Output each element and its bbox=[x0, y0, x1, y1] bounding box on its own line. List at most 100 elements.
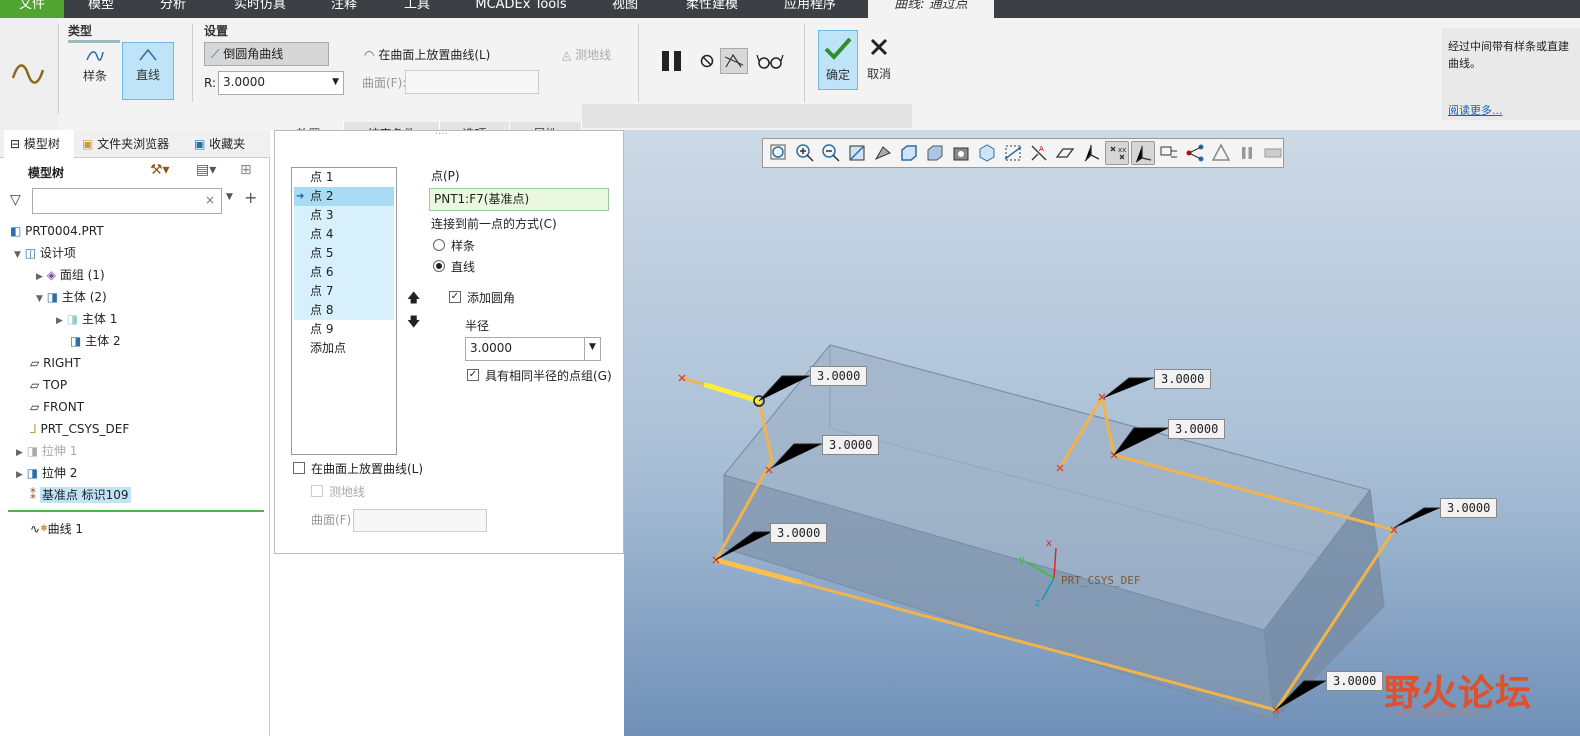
menu-tab-file[interactable]: 文件 bbox=[0, 0, 64, 18]
point-list-item-selected[interactable]: ➔ 点 2 bbox=[294, 187, 394, 206]
point-list-item[interactable]: 点 3 bbox=[294, 206, 394, 225]
dimension-label[interactable]: 3.0000 bbox=[1168, 419, 1226, 439]
menu-tab-annotate[interactable]: 注释 bbox=[316, 0, 372, 18]
filter-icon: ▽ bbox=[10, 192, 21, 208]
same-radius-label: 具有相同半径的点组(G) bbox=[485, 369, 612, 383]
point-list-item[interactable]: 点 5 bbox=[294, 244, 394, 263]
tab-favorites[interactable]: ▣ 收藏夹 bbox=[194, 130, 245, 158]
placement-panel: ···· 点 1 ➔ 点 2 点 3 点 4 点 5 点 6 点 7 点 8 点 … bbox=[274, 129, 624, 554]
geodesic-checkbox bbox=[311, 485, 323, 497]
tree-search-input[interactable]: × bbox=[32, 188, 222, 214]
surface-input[interactable] bbox=[405, 70, 539, 94]
spline-radio[interactable] bbox=[433, 239, 445, 251]
tree-item-quilt[interactable]: ▶ ◈ 面组 (1) bbox=[36, 265, 105, 285]
tree-item-front[interactable]: ▱ FRONT bbox=[30, 397, 84, 417]
tree-item-curve-1[interactable]: ∿✱曲线 1 bbox=[30, 519, 83, 539]
checkmark-icon bbox=[824, 37, 852, 60]
line-button[interactable]: 直线 bbox=[122, 42, 174, 100]
polyline-icon bbox=[139, 48, 157, 61]
design-items-icon: ◫ bbox=[24, 246, 37, 260]
menu-tab-flex[interactable]: 柔性建模 bbox=[676, 0, 748, 18]
r-value-text: 3.0000 bbox=[223, 75, 265, 89]
tree-item-extrude-1[interactable]: ▶ ◨ 拉伸 1 bbox=[16, 441, 77, 461]
menu-tab-view[interactable]: 视图 bbox=[600, 0, 650, 18]
point-reference-field[interactable]: PNT1:F7(基准点) bbox=[429, 188, 609, 211]
verify-preview-button[interactable] bbox=[720, 48, 748, 74]
tree-item-bodies[interactable]: ▼ ◨ 主体 (2) bbox=[36, 287, 107, 307]
search-dropdown-icon[interactable]: ▼ bbox=[226, 192, 233, 202]
no-preview-icon[interactable] bbox=[700, 54, 714, 68]
place-on-surface-button[interactable]: ◠ 在曲面上放置曲线(L) bbox=[364, 46, 490, 63]
tree-item-body-2[interactable]: ◨ 主体 2 bbox=[70, 331, 121, 351]
add-fillet-label: 添加圆角 bbox=[467, 291, 516, 305]
tab-model-tree[interactable]: ⊟ 模型树 bbox=[4, 130, 74, 158]
tree-icon: ⊟ bbox=[10, 137, 21, 151]
dropdown-icon: ▼ bbox=[584, 338, 600, 360]
move-up-icon[interactable]: 🡅 bbox=[407, 289, 420, 311]
tree-item-design-items[interactable]: ▼ ◫ 设计项 bbox=[14, 243, 76, 263]
menu-tab-mcadex[interactable]: MCADEx Tools bbox=[466, 0, 576, 18]
tree-item-body-1[interactable]: ▶ ◨ 主体 1 bbox=[56, 309, 117, 329]
r-value-input[interactable]: 3.0000 ▼ bbox=[218, 71, 344, 95]
ribbon: 类型 样条 直线 设置 ⟋ 倒圆角曲线 R: 3.0000 ▼ ◠ 在曲面上放置曲… bbox=[0, 18, 1580, 146]
menu-tab-analysis[interactable]: 分析 bbox=[142, 0, 204, 18]
expand-icon: ▶ bbox=[16, 470, 23, 480]
menu-tab-curve-through-points[interactable]: 曲线: 通过点 bbox=[868, 0, 994, 18]
tree-filter-icon[interactable]: ⊞ bbox=[240, 162, 262, 182]
read-more-link[interactable]: 阅读更多... bbox=[1448, 102, 1503, 118]
menu-tab-tools[interactable]: 工具 bbox=[392, 0, 442, 18]
datum-plane-icon: ▱ bbox=[30, 400, 40, 414]
radius-input[interactable]: 3.0000 ▼ bbox=[465, 337, 601, 361]
help-text: 经过中间带有样条或直建曲线。 bbox=[1448, 40, 1569, 70]
point-label: 点 2 bbox=[310, 189, 334, 203]
tree-item-extrude-2[interactable]: ▶ ◨ 拉伸 2 bbox=[16, 463, 77, 483]
dimension-label[interactable]: 3.0000 bbox=[770, 523, 828, 543]
menu-tab-live-sim[interactable]: 实时仿真 bbox=[220, 0, 300, 18]
spline-button[interactable]: 样条 bbox=[70, 44, 120, 98]
surface-input bbox=[353, 509, 487, 532]
same-radius-checkbox[interactable]: ✓ bbox=[467, 369, 479, 381]
dimension-label[interactable]: 3.0000 bbox=[1326, 671, 1384, 691]
add-icon[interactable]: + bbox=[244, 188, 257, 207]
dimension-label[interactable]: 3.0000 bbox=[1440, 498, 1498, 518]
show-icon[interactable]: ▤▾ bbox=[196, 162, 228, 182]
tree-item-right[interactable]: ▱ RIGHT bbox=[30, 353, 81, 373]
tree-item-label: FRONT bbox=[43, 400, 85, 414]
pause-icon[interactable] bbox=[660, 50, 684, 72]
tree-item-datum-point[interactable]: ⁑ 基准点 标识109 bbox=[30, 485, 131, 505]
point-list-item[interactable]: 点 1 bbox=[294, 168, 394, 187]
point-list-item[interactable]: 点 8 bbox=[294, 301, 394, 320]
tree-item-top[interactable]: ▱ TOP bbox=[30, 375, 67, 395]
tab-folder-browser[interactable]: ▣ 文件夹浏览器 bbox=[82, 130, 169, 158]
fillet-curve-toggle[interactable]: ⟋ 倒圆角曲线 bbox=[204, 42, 329, 66]
dimension-label[interactable]: 3.0000 bbox=[822, 435, 880, 455]
point-list-item[interactable]: 点 9 bbox=[294, 320, 394, 339]
line-radio[interactable] bbox=[433, 260, 445, 272]
tree-settings-icon[interactable]: ⚒▾ bbox=[150, 162, 190, 182]
model-geometry[interactable] bbox=[624, 130, 1580, 736]
dimension-label[interactable]: 3.0000 bbox=[810, 366, 868, 386]
move-down-icon[interactable]: 🡇 bbox=[407, 313, 420, 335]
tree-item-csys[interactable]: ⅃ PRT_CSYS_DEF bbox=[30, 419, 129, 439]
add-fillet-checkbox[interactable]: ✓ bbox=[449, 291, 461, 303]
add-point-item[interactable]: 添加点 bbox=[294, 339, 394, 358]
menu-tab-model[interactable]: 模型 bbox=[70, 0, 132, 18]
tree-item-label: RIGHT bbox=[43, 356, 81, 370]
dimension-label[interactable]: 3.0000 bbox=[1154, 369, 1212, 389]
cancel-button[interactable]: 取消 bbox=[862, 30, 896, 90]
csys-icon: ⅃ bbox=[30, 422, 37, 436]
place-on-surface-checkbox[interactable] bbox=[293, 462, 305, 474]
ok-button[interactable]: 确定 bbox=[818, 30, 858, 90]
clear-icon[interactable]: × bbox=[205, 191, 215, 209]
surface-curve-icon: ◠ bbox=[364, 48, 375, 62]
glasses-icon[interactable] bbox=[756, 52, 784, 70]
menu-tab-apps[interactable]: 应用程序 bbox=[772, 0, 848, 18]
geodesic-icon: ◬ bbox=[562, 48, 572, 62]
point-list-item[interactable]: 点 6 bbox=[294, 263, 394, 282]
drag-handle[interactable]: ···· bbox=[435, 129, 448, 140]
graphics-viewport[interactable]: A xx 3.0000 3.0000 3.0000 3.0000 3.0000 … bbox=[624, 130, 1580, 736]
point-list-item[interactable]: 点 4 bbox=[294, 225, 394, 244]
place-on-surface-label: 在曲面上放置曲线(L) bbox=[311, 462, 424, 476]
point-list-item[interactable]: 点 7 bbox=[294, 282, 394, 301]
tree-item-prt[interactable]: ◧ PRT0004.PRT bbox=[10, 221, 104, 241]
